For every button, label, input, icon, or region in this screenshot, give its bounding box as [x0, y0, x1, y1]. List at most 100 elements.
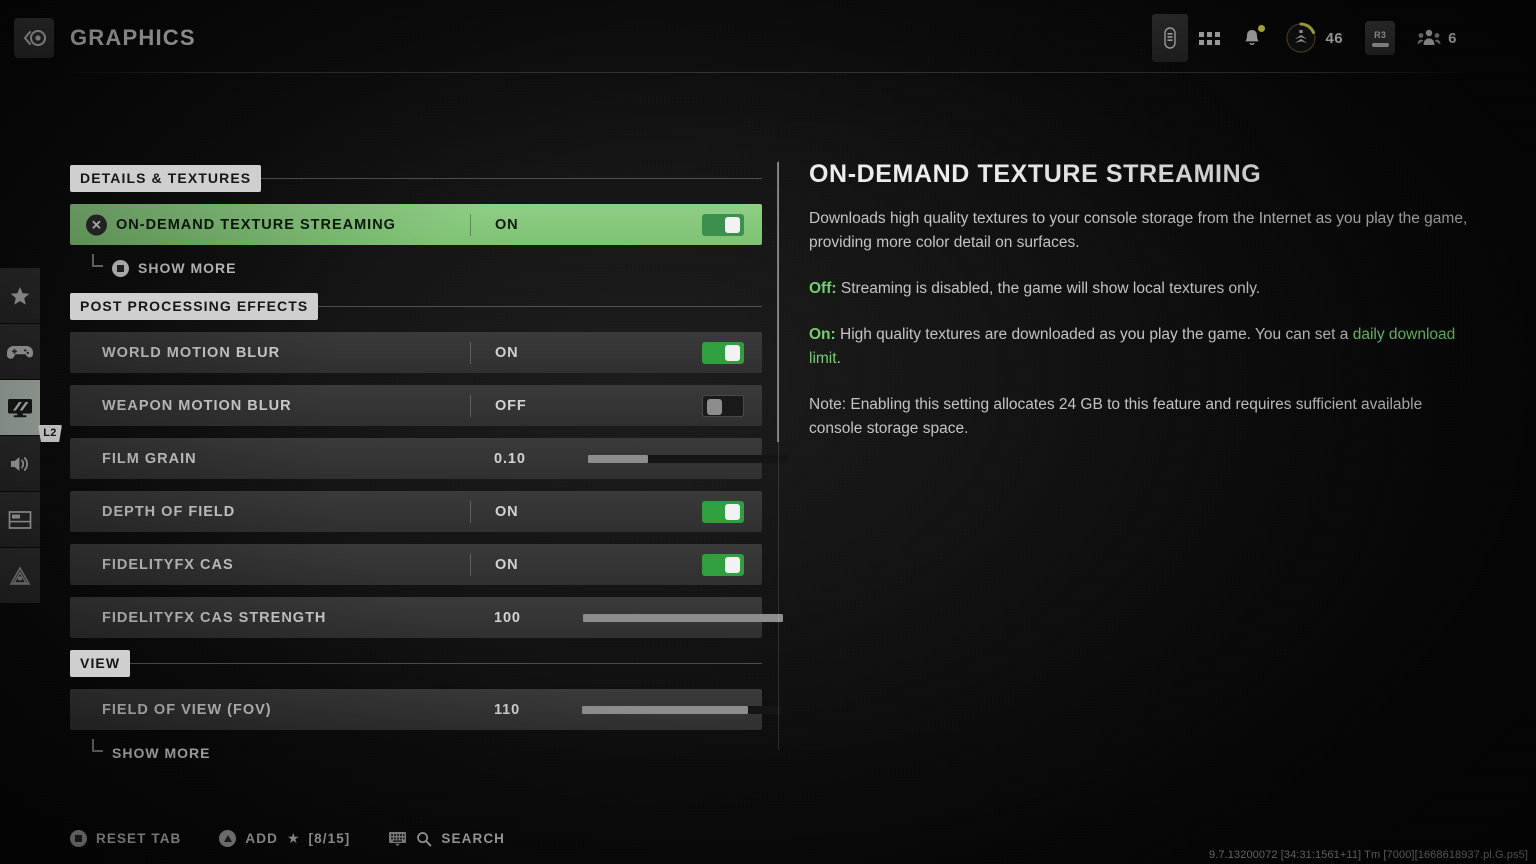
add-label: ADD [245, 831, 278, 846]
slider-fill [582, 705, 749, 714]
toggle-switch[interactable] [702, 553, 744, 576]
show-more-details-textures[interactable]: SHOW MORE [70, 253, 762, 283]
search-label: SEARCH [441, 831, 506, 846]
detail-off-description: Off: Streaming is disabled, the game wil… [809, 277, 1479, 301]
settings-list: DETAILS & TEXTURES ✕ ON-DEMAND TEXTURE S… [70, 164, 788, 778]
sidebar-item-graphics[interactable] [0, 380, 40, 435]
detail-note: Note: Enabling this setting allocates 24… [809, 396, 1423, 437]
reset-tab-label: RESET TAB [96, 831, 182, 846]
r3-key-bar [1371, 42, 1389, 47]
page-title: GRAPHICS [70, 25, 196, 50]
sidebar-item-interface[interactable] [0, 492, 40, 547]
back-circle-icon [24, 30, 46, 46]
setting-label: FIDELITYFX CAS STRENGTH [102, 609, 327, 626]
detail-on-description: On: High quality textures are downloaded… [809, 323, 1479, 371]
setting-row-weapon-motion-blur[interactable]: WEAPON MOTION BLUR OFF [70, 385, 762, 426]
l2-button-hint[interactable]: L2 [38, 425, 62, 442]
detail-title: ON-DEMAND TEXTURE STREAMING [809, 160, 1262, 188]
back-button[interactable] [14, 18, 54, 58]
setting-control [543, 394, 762, 417]
toggle-knob [707, 398, 722, 415]
tree-elbow-icon [92, 254, 103, 267]
apps-button[interactable] [1188, 14, 1231, 62]
toggle-switch[interactable] [702, 341, 744, 364]
keyboard-icon [389, 832, 407, 846]
setting-control [543, 500, 762, 523]
setting-value: ON [495, 503, 519, 520]
playstation-cross-icon: ✕ [86, 214, 107, 235]
on-text-end: . [836, 350, 841, 367]
party-count: 6 [1448, 29, 1457, 47]
party-display[interactable]: 6 [1406, 14, 1468, 62]
slider-fill [587, 454, 648, 463]
setting-row-film-grain[interactable]: FILM GRAIN 0.10 [70, 438, 788, 479]
setting-row-on-demand-texture-streaming[interactable]: ✕ ON-DEMAND TEXTURE STREAMING ON [70, 204, 762, 245]
detail-panel: ON-DEMAND TEXTURE STREAMING Downloads hi… [809, 160, 1479, 463]
square-button-icon [70, 830, 87, 847]
sidebar-item-controller[interactable] [0, 324, 40, 379]
slider-film-grain[interactable] [587, 454, 788, 463]
monitor-icon [8, 398, 32, 417]
setting-control [543, 213, 762, 236]
magnifier-icon [417, 831, 432, 846]
square-button-icon [112, 259, 129, 277]
r3-hint[interactable]: R3 [1354, 14, 1406, 62]
setting-row-fidelityfx-cas-strength[interactable]: FIDELITYFX CAS STRENGTH 100 [70, 597, 783, 638]
setting-value: OFF [495, 397, 527, 414]
toggle-knob [725, 344, 740, 361]
toggle-switch[interactable] [702, 394, 744, 417]
setting-value: 100 [494, 609, 521, 626]
notifications-button[interactable] [1231, 14, 1273, 62]
setting-value: ON [495, 216, 519, 233]
setting-label: ON-DEMAND TEXTURE STREAMING [116, 216, 396, 233]
gamepad-icon [7, 345, 33, 359]
sidebar-item-audio[interactable] [0, 436, 40, 491]
section-line [70, 663, 762, 664]
header-status-cluster: 46 R3 6 [1152, 14, 1468, 62]
section-title: VIEW [70, 649, 131, 677]
slider-field-of-view[interactable] [582, 705, 783, 714]
sidebar-item-account[interactable] [0, 548, 40, 603]
show-more-label: SHOW MORE [138, 260, 237, 276]
scrollbar-thumb[interactable] [777, 162, 779, 442]
search-action[interactable]: SEARCH [388, 831, 505, 847]
setting-control [543, 341, 762, 364]
toggle-switch[interactable] [702, 213, 744, 236]
tree-elbow-icon [92, 739, 103, 752]
layout-icon [8, 510, 32, 529]
setting-control [543, 553, 762, 576]
notification-dot [1258, 25, 1266, 32]
setting-label: WORLD MOTION BLUR [102, 344, 281, 361]
setting-value: ON [495, 556, 519, 573]
star-icon: ★ [286, 830, 300, 846]
setting-label: WEAPON MOTION BLUR [102, 397, 292, 414]
setting-row-fidelityfx-cas[interactable]: FIDELITYFX CAS ON [70, 544, 762, 585]
party-members-icon [1417, 29, 1441, 45]
setting-control [521, 613, 801, 622]
show-more-view[interactable]: SHOW MORE [70, 738, 762, 768]
slider-fidelityfx-cas-strength[interactable] [582, 613, 783, 622]
setting-row-depth-of-field[interactable]: DEPTH OF FIELD ON [70, 491, 762, 532]
reset-tab-action[interactable]: RESET TAB [70, 830, 181, 847]
off-label: Off: [809, 280, 837, 297]
apps-grid-icon [1199, 31, 1221, 45]
setting-label: FILM GRAIN [102, 450, 197, 467]
toggle-switch[interactable] [702, 500, 744, 523]
add-count: [8/15] [308, 831, 351, 846]
setting-row-field-of-view[interactable]: FIELD OF VIEW (FOV) 110 [70, 689, 783, 730]
slider-fill [582, 613, 783, 622]
star-icon [10, 286, 30, 305]
setting-value: 110 [494, 701, 521, 718]
sidebar-rail: L2 [0, 268, 62, 604]
build-version: 9.7.13200072 [34:31:1561+11] Tm [7000][1… [1209, 849, 1528, 861]
battery-button[interactable] [1152, 14, 1189, 62]
rank-display[interactable]: 46 [1273, 14, 1354, 62]
rank-value: 46 [1325, 29, 1344, 47]
show-more-label: SHOW MORE [112, 745, 211, 761]
setting-label: FIELD OF VIEW (FOV) [102, 701, 272, 718]
setting-row-world-motion-blur[interactable]: WORLD MOTION BLUR ON [70, 332, 762, 373]
toggle-knob [725, 556, 740, 573]
section-header-details-textures: DETAILS & TEXTURES [70, 164, 762, 192]
sidebar-item-favorites[interactable] [0, 268, 40, 323]
add-favorite-action[interactable]: ADD ★ [8/15] [219, 830, 350, 847]
